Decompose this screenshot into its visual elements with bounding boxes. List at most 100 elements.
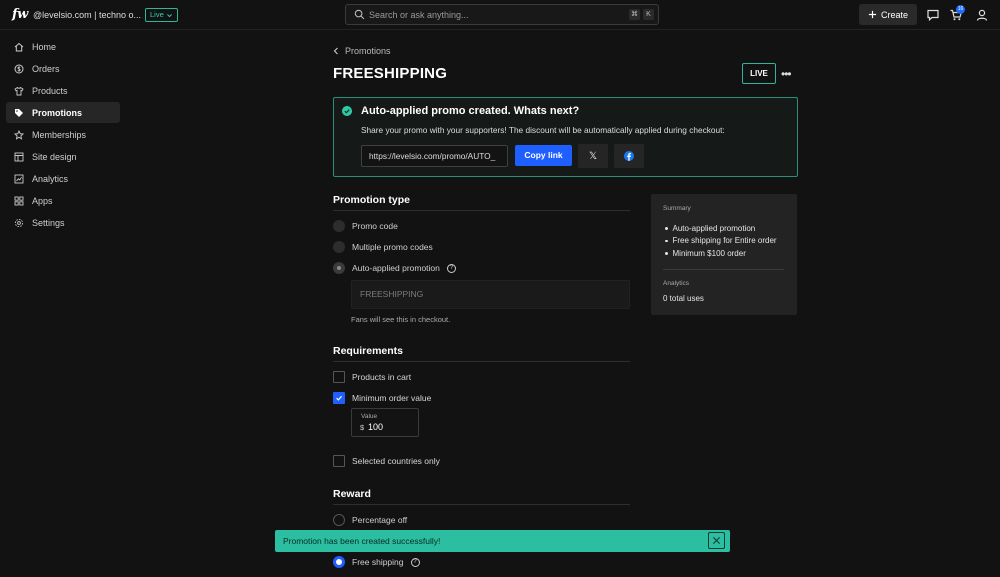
value-amount: 100: [368, 422, 384, 432]
radio-label: Percentage off: [352, 515, 408, 525]
search-bar[interactable]: Search or ask anything... ⌘ K: [345, 4, 659, 25]
checkbox-products-in-cart[interactable]: Products in cart: [333, 371, 411, 383]
requirements-title: Requirements: [333, 345, 404, 357]
analytics-caption: Analytics: [663, 280, 690, 287]
account-name[interactable]: @levelsio.com | techno o...: [33, 10, 141, 20]
summary-panel: Summary Auto-applied promotion Free ship…: [651, 194, 797, 315]
star-icon: [14, 129, 24, 140]
radio-button-selected[interactable]: [333, 262, 345, 274]
radio-multiple-promo-codes[interactable]: Multiple promo codes: [333, 241, 433, 253]
dollar-icon: [14, 64, 24, 73]
radio-auto-applied[interactable]: Auto-applied promotion ?: [333, 262, 456, 274]
chart-icon: [14, 174, 24, 183]
sidebar-item-label: Site design: [32, 151, 77, 162]
summary-item: Minimum $100 order: [665, 247, 777, 260]
checkbox-label: Products in cart: [352, 372, 412, 382]
breadcrumb-label: Promotions: [345, 46, 391, 56]
radio-percentage-off[interactable]: Percentage off: [333, 514, 407, 526]
radio-label: Multiple promo codes: [352, 242, 433, 252]
checkbox[interactable]: [333, 371, 345, 383]
page-title: FREESHIPPING: [333, 65, 448, 82]
minimum-value-input[interactable]: Value $ 100: [351, 408, 419, 437]
toast-close-button[interactable]: [708, 532, 725, 549]
checkmark-icon: [336, 395, 343, 401]
live-status-button[interactable]: LIVE: [742, 63, 776, 84]
sidebar-item-products[interactable]: Products: [6, 80, 120, 101]
shirt-icon: [14, 86, 24, 95]
radio-button[interactable]: [333, 514, 345, 526]
copy-link-button[interactable]: Copy link: [515, 145, 572, 166]
divider: [333, 504, 630, 505]
summary-item: Free shipping for Entire order: [665, 235, 777, 248]
help-icon[interactable]: ?: [410, 557, 420, 567]
sidebar-item-label: Promotions: [32, 107, 83, 118]
search-icon: [354, 9, 365, 20]
currency-symbol: $: [360, 423, 365, 432]
promotion-type-title: Promotion type: [333, 194, 411, 206]
facebook-icon: [624, 151, 634, 161]
sidebar-item-label: Products: [32, 85, 68, 96]
radio-promo-code[interactable]: Promo code: [333, 220, 398, 232]
banner-title: Auto-applied promo created. Whats next?: [361, 105, 580, 117]
chat-icon[interactable]: [926, 8, 940, 22]
create-button[interactable]: Create: [859, 4, 917, 25]
share-x-button[interactable]: 𝕏: [578, 144, 608, 168]
user-icon[interactable]: [975, 8, 989, 22]
home-icon: [14, 42, 24, 51]
radio-free-shipping[interactable]: Free shipping ?: [333, 556, 420, 568]
sidebar-item-orders[interactable]: Orders: [6, 58, 120, 79]
reward-title: Reward: [333, 488, 371, 500]
radio-button[interactable]: [333, 220, 345, 232]
layout-icon: [14, 152, 24, 161]
sidebar-item-label: Settings: [32, 217, 65, 228]
divider: [663, 269, 784, 270]
radio-label: Promo code: [352, 221, 398, 231]
sidebar-item-analytics[interactable]: Analytics: [6, 168, 120, 189]
sidebar-item-site-design[interactable]: Site design: [6, 146, 120, 167]
search-placeholder: Search or ask anything...: [369, 10, 469, 20]
checkbox-selected-countries[interactable]: Selected countries only: [333, 455, 440, 467]
shortcut-key-k: K: [643, 9, 654, 20]
sidebar-item-label: Home: [32, 41, 57, 52]
radio-label: Auto-applied promotion: [352, 263, 440, 273]
checkbox-minimum-order[interactable]: Minimum order value: [333, 392, 431, 404]
create-button-label: Create: [880, 9, 908, 20]
chevron-down-icon: [166, 13, 172, 17]
checkbox-label: Selected countries only: [352, 456, 440, 466]
sidebar-item-promotions[interactable]: Promotions: [6, 102, 120, 123]
value-label: Value: [361, 413, 378, 420]
site-status-dropdown[interactable]: Live: [145, 8, 178, 22]
close-icon: [712, 536, 721, 545]
sidebar-item-label: Analytics: [32, 173, 69, 184]
logo[interactable]: fw: [12, 7, 28, 22]
plus-icon: [868, 10, 877, 19]
sidebar-item-home[interactable]: Home: [6, 36, 120, 57]
promo-created-banner: Auto-applied promo created. Whats next? …: [333, 97, 798, 177]
gear-icon: [14, 218, 24, 227]
x-logo-icon: 𝕏: [588, 150, 598, 162]
check-circle-icon: [342, 106, 352, 116]
promo-url-field[interactable]: https://levelsio.com/promo/AUTO_: [361, 145, 508, 167]
promo-code-input[interactable]: FREESHIPPING: [351, 280, 630, 309]
help-icon[interactable]: ?: [446, 263, 456, 273]
checkout-hint: Fans will see this in checkout.: [351, 315, 451, 324]
breadcrumb[interactable]: Promotions: [333, 46, 391, 56]
checkbox[interactable]: [333, 455, 345, 467]
summary-item: Auto-applied promotion: [665, 222, 777, 235]
sidebar-item-memberships[interactable]: Memberships: [6, 124, 120, 145]
cart-count-badge: 16: [956, 5, 965, 14]
sidebar-item-label: Orders: [32, 63, 60, 74]
share-facebook-button[interactable]: [614, 144, 644, 168]
sidebar-item-settings[interactable]: Settings: [6, 212, 120, 233]
checkbox-checked[interactable]: [333, 392, 345, 404]
tag-icon: [15, 108, 23, 117]
radio-label: Free shipping: [352, 557, 404, 567]
more-options-icon[interactable]: •••: [781, 67, 792, 81]
radio-button-selected[interactable]: [333, 556, 345, 568]
radio-button[interactable]: [333, 241, 345, 253]
sidebar-item-apps[interactable]: Apps: [6, 190, 120, 211]
divider: [333, 210, 630, 211]
banner-description: Share your promo with your supporters! T…: [361, 125, 725, 135]
sidebar: Home Orders Products Promotions Membersh…: [6, 36, 120, 234]
summary-list: Auto-applied promotion Free shipping for…: [665, 222, 777, 260]
